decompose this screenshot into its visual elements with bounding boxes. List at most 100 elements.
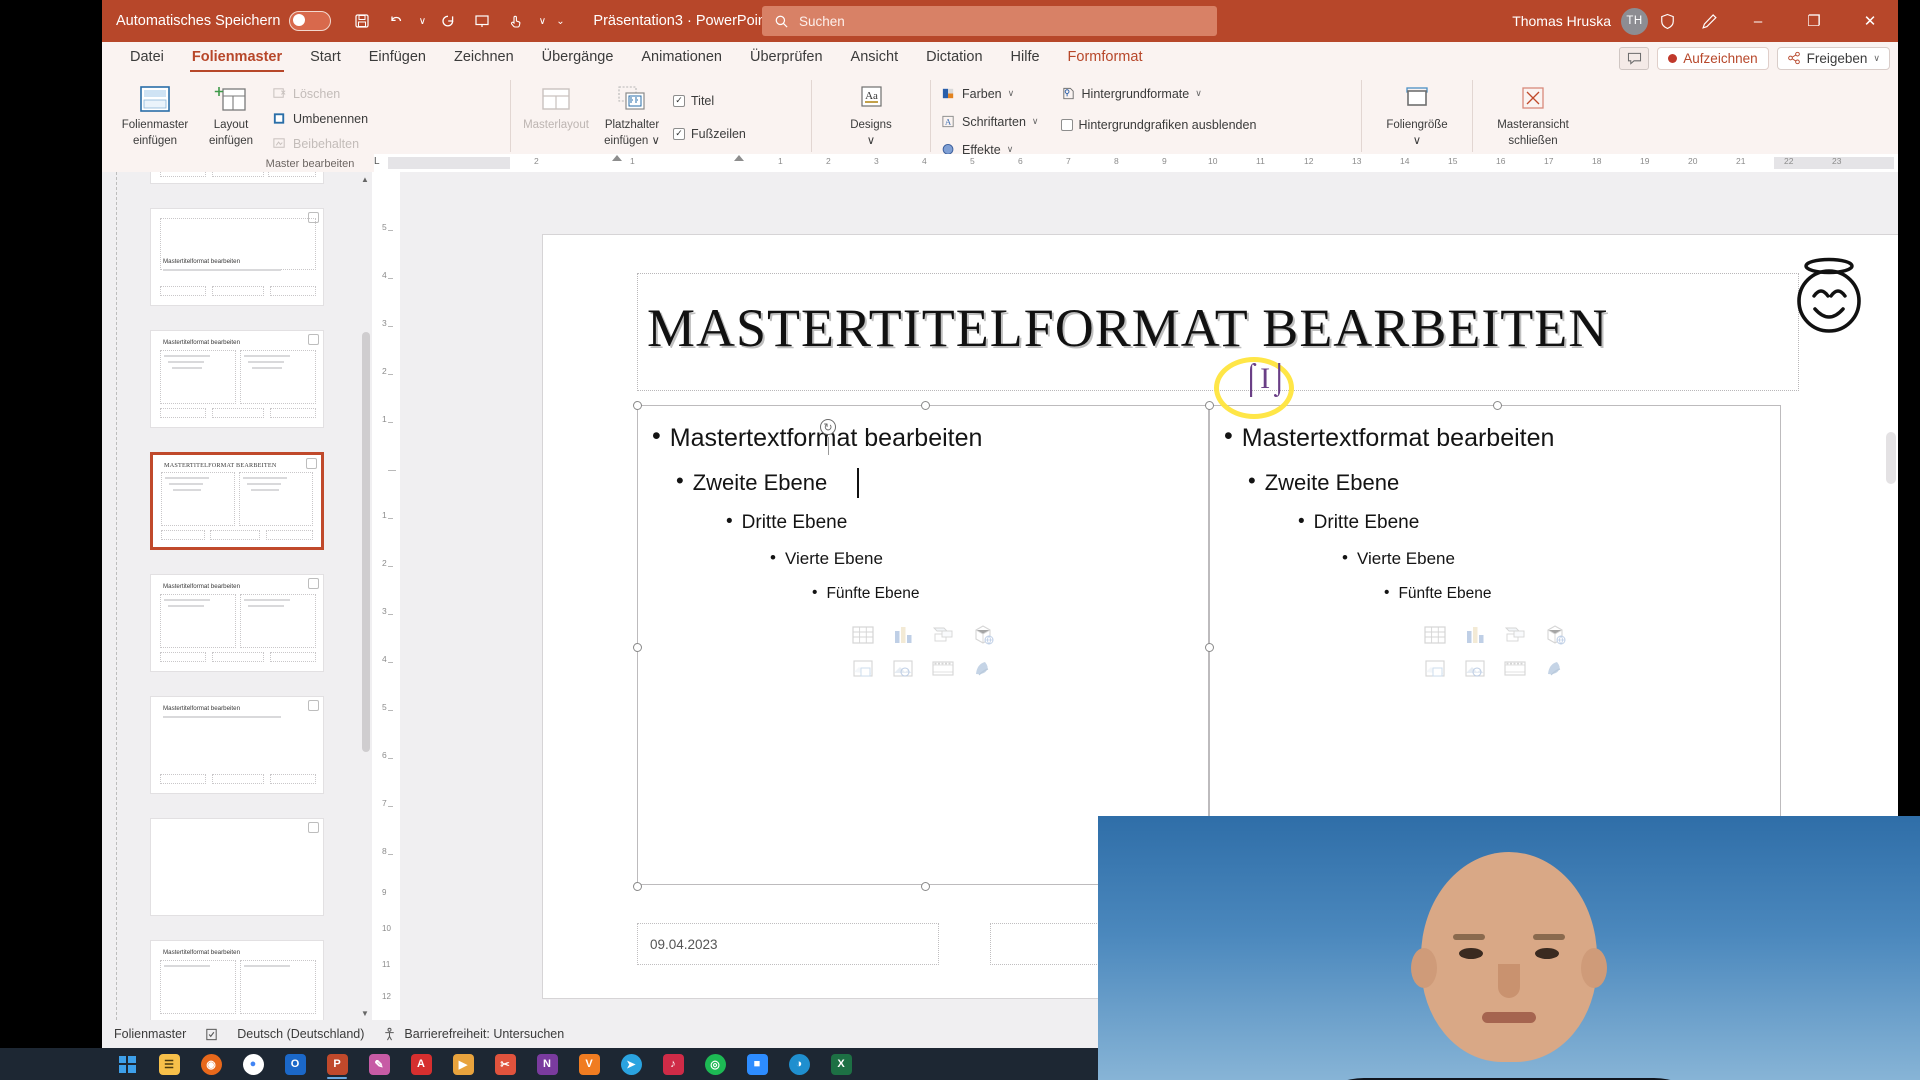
list-item[interactable]: Mastertitelformat bearbeiten xyxy=(150,574,324,672)
body-level-3[interactable]: • Dritte Ebene xyxy=(726,512,847,534)
tab-folienmaster[interactable]: Folienmaster xyxy=(178,45,296,72)
rotate-handle[interactable]: ↻ xyxy=(820,419,836,435)
firefox-icon[interactable]: ◉ xyxy=(190,1048,232,1080)
slide-thumbnail-pane[interactable]: Mastertitelformat bearbeiten Mastertitel… xyxy=(102,172,372,1020)
table-icon[interactable] xyxy=(1422,622,1448,648)
tab-animationen[interactable]: Animationen xyxy=(627,45,736,71)
telegram-icon[interactable]: ➤ xyxy=(610,1048,652,1080)
body-level-4[interactable]: • Vierte Ebene xyxy=(1342,549,1455,569)
tab-ueberpruefen[interactable]: Überprüfen xyxy=(736,45,837,71)
share-chevron-icon[interactable]: ∨ xyxy=(1873,53,1880,64)
tab-einfuegen[interactable]: Einfügen xyxy=(355,45,440,71)
slide-size-button[interactable]: Foliengröße ∨ xyxy=(1382,78,1452,148)
slide-title[interactable]: MASTERTITELFORMAT BEARBEITEN xyxy=(647,297,1807,359)
outlook-icon[interactable]: O xyxy=(274,1048,316,1080)
list-item[interactable] xyxy=(150,818,324,916)
body-level-2[interactable]: • Zweite Ebene xyxy=(1248,470,1399,496)
powerpo,int-icon[interactable]: P xyxy=(316,1048,358,1080)
insert-layout-button[interactable]: Layout einfügen xyxy=(196,78,266,148)
scroll-up-icon[interactable]: ▲ xyxy=(358,172,372,186)
touch-mode-icon[interactable] xyxy=(501,7,531,35)
3d-model-icon[interactable] xyxy=(970,622,996,648)
picture-icon[interactable] xyxy=(850,656,876,682)
icons-icon[interactable] xyxy=(1542,656,1568,682)
colors-chevron-icon[interactable]: ∨ xyxy=(1008,88,1015,99)
insert-slide-master-button[interactable]: Folienmaster einfügen xyxy=(120,78,190,148)
save-icon[interactable] xyxy=(347,7,377,35)
minimize-button[interactable]: – xyxy=(1730,0,1786,42)
resize-handle[interactable] xyxy=(1493,401,1502,410)
redo-icon[interactable] xyxy=(433,7,463,35)
tab-formformat[interactable]: Formformat xyxy=(1054,45,1157,71)
music-app-icon[interactable]: ♪ xyxy=(652,1048,694,1080)
list-item[interactable]: Mastertitelformat bearbeiten xyxy=(150,208,324,306)
body-placeholder-left[interactable]: • Mastertextformat bearbeiten • Zweite E… xyxy=(633,401,1209,891)
body-level-1[interactable]: • Mastertextformat bearbeiten xyxy=(652,424,982,453)
excel-icon[interactable]: X xyxy=(820,1048,862,1080)
canvas-scrollbar-thumb[interactable] xyxy=(1886,432,1896,484)
defender-icon[interactable] xyxy=(1646,0,1688,42)
windows-start-icon[interactable] xyxy=(106,1048,148,1080)
resize-handle[interactable] xyxy=(633,882,642,891)
pen-icon[interactable] xyxy=(1688,0,1730,42)
footers-checkbox-box[interactable]: ✓ xyxy=(673,127,685,140)
scroll-down-icon[interactable]: ▼ xyxy=(358,1006,372,1020)
list-item-selected[interactable]: MASTERTITELFORMAT BEARBEITEN xyxy=(150,452,324,550)
list-item[interactable]: Mastertitelformat bearbeiten xyxy=(150,330,324,428)
resize-handle[interactable] xyxy=(1205,643,1214,652)
colors-button[interactable]: Farben ∨ xyxy=(941,83,1039,104)
footers-checkbox[interactable]: ✓ Fußzeilen xyxy=(673,123,746,144)
first-line-indent-marker[interactable] xyxy=(612,155,622,161)
hide-background-graphics-checkbox[interactable]: Hintergrundgrafiken ausblenden xyxy=(1060,114,1256,135)
body-level-5[interactable]: • Fünfte Ebene xyxy=(1384,585,1492,603)
resize-handle[interactable] xyxy=(633,401,642,410)
snagit-icon[interactable]: ✂ xyxy=(484,1048,526,1080)
resize-handle[interactable] xyxy=(921,401,930,410)
autosave-toggle[interactable] xyxy=(289,11,332,31)
picture-icon[interactable] xyxy=(1422,656,1448,682)
undo-icon[interactable] xyxy=(381,7,411,35)
fonts-chevron-icon[interactable]: ∨ xyxy=(1032,116,1039,127)
icons-icon[interactable] xyxy=(970,656,996,682)
body-level-1[interactable]: • Mastertextformat bearbeiten xyxy=(1224,424,1554,453)
tab-zeichnen[interactable]: Zeichnen xyxy=(440,45,528,71)
title-checkbox-box[interactable]: ✓ xyxy=(673,94,685,107)
fonts-button[interactable]: A Schriftarten ∨ xyxy=(941,111,1039,132)
share-button[interactable]: Freigeben ∨ xyxy=(1776,46,1890,70)
chart-icon[interactable] xyxy=(1462,622,1488,648)
chart-icon[interactable] xyxy=(890,622,916,648)
tab-hilfe[interactable]: Hilfe xyxy=(997,45,1054,71)
body-level-4[interactable]: • Vierte Ebene xyxy=(770,549,883,569)
thumbnail-scrollbar-thumb[interactable] xyxy=(362,332,370,752)
maximize-button[interactable]: ❐ xyxy=(1786,0,1842,42)
chrome-icon[interactable]: ● xyxy=(232,1048,274,1080)
video-icon[interactable] xyxy=(930,656,956,682)
avatar[interactable]: TH xyxy=(1621,7,1648,35)
qat-customize-icon[interactable]: ∨ xyxy=(535,16,549,27)
search-input[interactable]: Suchen xyxy=(762,6,1217,36)
table-icon[interactable] xyxy=(850,622,876,648)
vlc-icon[interactable]: V xyxy=(568,1048,610,1080)
spellcheck-icon[interactable] xyxy=(204,1027,219,1042)
list-item[interactable]: Mastertitelformat bearbeiten xyxy=(150,696,324,794)
resize-handle[interactable] xyxy=(1205,401,1214,410)
onenote-icon[interactable]: N xyxy=(526,1048,568,1080)
themes-button[interactable]: Aa Designs ∨ xyxy=(836,78,906,148)
status-language[interactable]: Deutsch (Deutschland) xyxy=(237,1027,364,1041)
account-area[interactable]: Thomas Hruska TH xyxy=(1512,0,1648,42)
edge-icon[interactable]: ◑ xyxy=(778,1048,820,1080)
acrobat-icon[interactable]: A xyxy=(400,1048,442,1080)
3d-model-icon[interactable] xyxy=(1542,622,1568,648)
tab-ansicht[interactable]: Ansicht xyxy=(837,45,913,71)
body-level-2[interactable]: • Zweite Ebene xyxy=(676,470,827,496)
smartart-icon[interactable] xyxy=(930,622,956,648)
background-styles-chevron-icon[interactable]: ∨ xyxy=(1195,88,1202,99)
tab-start[interactable]: Start xyxy=(296,45,355,71)
autosave-control[interactable]: Automatisches Speichern xyxy=(116,11,332,31)
stock-image-icon[interactable] xyxy=(890,656,916,682)
resize-handle[interactable] xyxy=(921,882,930,891)
body-level-5[interactable]: • Fünfte Ebene xyxy=(812,585,920,603)
comments-icon[interactable] xyxy=(1619,46,1650,70)
tab-dictation[interactable]: Dictation xyxy=(912,45,996,71)
video-icon[interactable] xyxy=(1502,656,1528,682)
